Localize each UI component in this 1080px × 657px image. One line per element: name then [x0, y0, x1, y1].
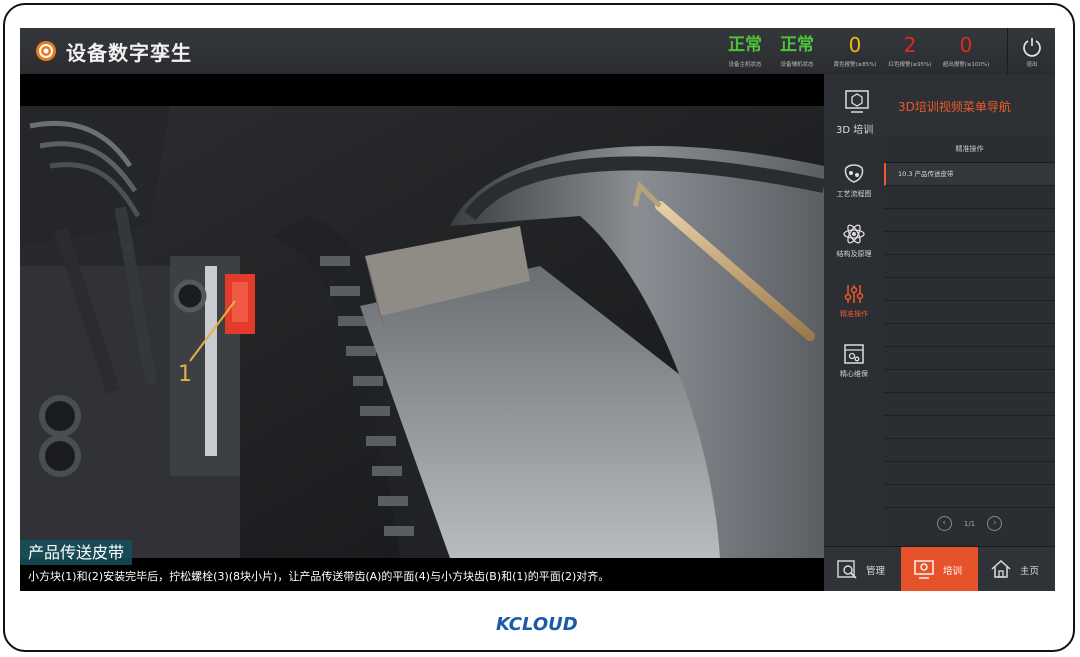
list-item-empty	[884, 347, 1055, 370]
manage-icon	[837, 560, 857, 579]
side-item-label: 结构及原理	[836, 250, 872, 258]
header-bar: 设备数字孪生 正常 设备主机状态 正常 设备辅机状态 0 黄色报警(≥85%) …	[20, 28, 1055, 75]
stat-value: 0	[848, 33, 862, 57]
stat-label: 设备辅机状态	[780, 62, 814, 68]
side-item-process[interactable]: 工艺流程图	[824, 150, 884, 208]
train-label: 3D 培训	[836, 125, 874, 136]
list-header: 精准操作	[884, 136, 1055, 163]
category-sidebar: 工艺流程图 结构及原理 精准操作 精心维保	[824, 136, 885, 546]
training-icon	[914, 560, 934, 579]
page-indicator: 1/1	[963, 519, 976, 528]
side-item-label: 精心维保	[840, 370, 868, 378]
list-item-empty	[884, 462, 1055, 485]
stat-label: 超出报警(≥100%)	[942, 62, 990, 68]
nav-label: 培训	[943, 566, 963, 577]
nav-label: 管理	[866, 566, 886, 577]
stat-value: 0	[959, 33, 973, 57]
list-item-empty	[884, 485, 1055, 508]
nav-home-button[interactable]: 主页	[978, 547, 1055, 591]
3d-training-icon	[845, 90, 869, 113]
next-page-icon[interactable]: ›	[987, 516, 1003, 531]
stat-label: 设备主机状态	[728, 62, 762, 68]
video-player[interactable]: 1 产品传送皮带 小方块(1)和(2)安装完毕后，拧松螺栓(3)(8块小片)，让…	[20, 74, 824, 591]
nav-label: 主页	[1020, 566, 1040, 577]
nav-manage-button[interactable]: 管理	[824, 547, 901, 591]
pager: ‹ 1/1 ›	[884, 516, 1055, 546]
list-item-empty	[884, 393, 1055, 416]
side-item-precise-operation[interactable]: 精准操作	[824, 270, 884, 328]
list-item-empty	[884, 255, 1055, 278]
exit-label: 退出	[1026, 62, 1038, 68]
kcloud-logo: KCLOUD	[496, 614, 578, 635]
home-icon	[991, 559, 1011, 578]
gear-logo-icon	[36, 41, 56, 61]
list-item-empty	[884, 439, 1055, 462]
lesson-list: 精准操作 10.3 产品传送皮带 ‹ 1/1 ›	[884, 136, 1055, 546]
maintenance-icon	[844, 344, 864, 364]
list-item-empty	[884, 301, 1055, 324]
sliders-icon	[844, 285, 864, 303]
list-item-empty	[884, 186, 1055, 209]
list-item-empty	[884, 324, 1055, 347]
exit-button[interactable]: 退出	[1007, 28, 1055, 74]
list-item-empty	[884, 209, 1055, 232]
stat-value: 正常	[728, 35, 762, 55]
stat-label: 黄色报警(≥85%)	[833, 62, 877, 68]
nav-title: 3D培训视频菜单导航	[898, 100, 1011, 114]
bottom-nav: 管理 培训 主页	[824, 546, 1055, 591]
app-window: 设备数字孪生 正常 设备主机状态 正常 设备辅机状态 0 黄色报警(≥85%) …	[20, 28, 1055, 591]
stat-red-alarm: 2 红色报警(≥95%)	[885, 34, 935, 68]
power-icon	[1023, 38, 1041, 57]
marker-label: 1	[178, 362, 192, 387]
side-item-maintenance[interactable]: 精心维保	[824, 330, 884, 388]
list-item-empty	[884, 232, 1055, 255]
stat-yellow-alarm: 0 黄色报警(≥85%)	[830, 34, 880, 68]
stat-aux-machine: 正常 设备辅机状态	[772, 34, 822, 68]
stat-over-alarm: 0 超出报警(≥100%)	[940, 34, 992, 68]
stat-value: 正常	[780, 35, 814, 55]
stat-main-machine: 正常 设备主机状态	[720, 34, 770, 68]
panel-header: 3D 培训 3D培训视频菜单导航	[824, 74, 1055, 137]
list-item-empty	[884, 370, 1055, 393]
nav-training-button[interactable]: 培训	[901, 547, 978, 591]
atom-icon	[843, 224, 865, 244]
caption-text: 小方块(1)和(2)安装完毕后，拧松螺栓(3)(8块小片)，让产品传送带齿(A)…	[28, 570, 610, 583]
prev-page-icon[interactable]: ‹	[936, 516, 952, 531]
machine-render: 1	[20, 106, 824, 558]
side-item-label: 工艺流程图	[836, 190, 872, 198]
side-item-structure[interactable]: 结构及原理	[824, 210, 884, 268]
side-item-label: 精准操作	[840, 310, 868, 318]
app-title: 设备数字孪生	[66, 41, 192, 65]
list-item[interactable]: 10.3 产品传送皮带	[884, 163, 1055, 186]
training-panel: 3D 培训 3D培训视频菜单导航 工艺流程图 结构及原理 精准操作 精心维保 精…	[824, 74, 1055, 591]
brand-text: KCLOUD	[496, 614, 578, 635]
list-item-empty	[884, 416, 1055, 439]
stat-label: 红色报警(≥95%)	[888, 62, 932, 68]
process-icon	[844, 164, 864, 183]
stat-value: 2	[903, 33, 917, 57]
list-item-empty	[884, 278, 1055, 301]
caption-title: 产品传送皮带	[20, 540, 133, 565]
